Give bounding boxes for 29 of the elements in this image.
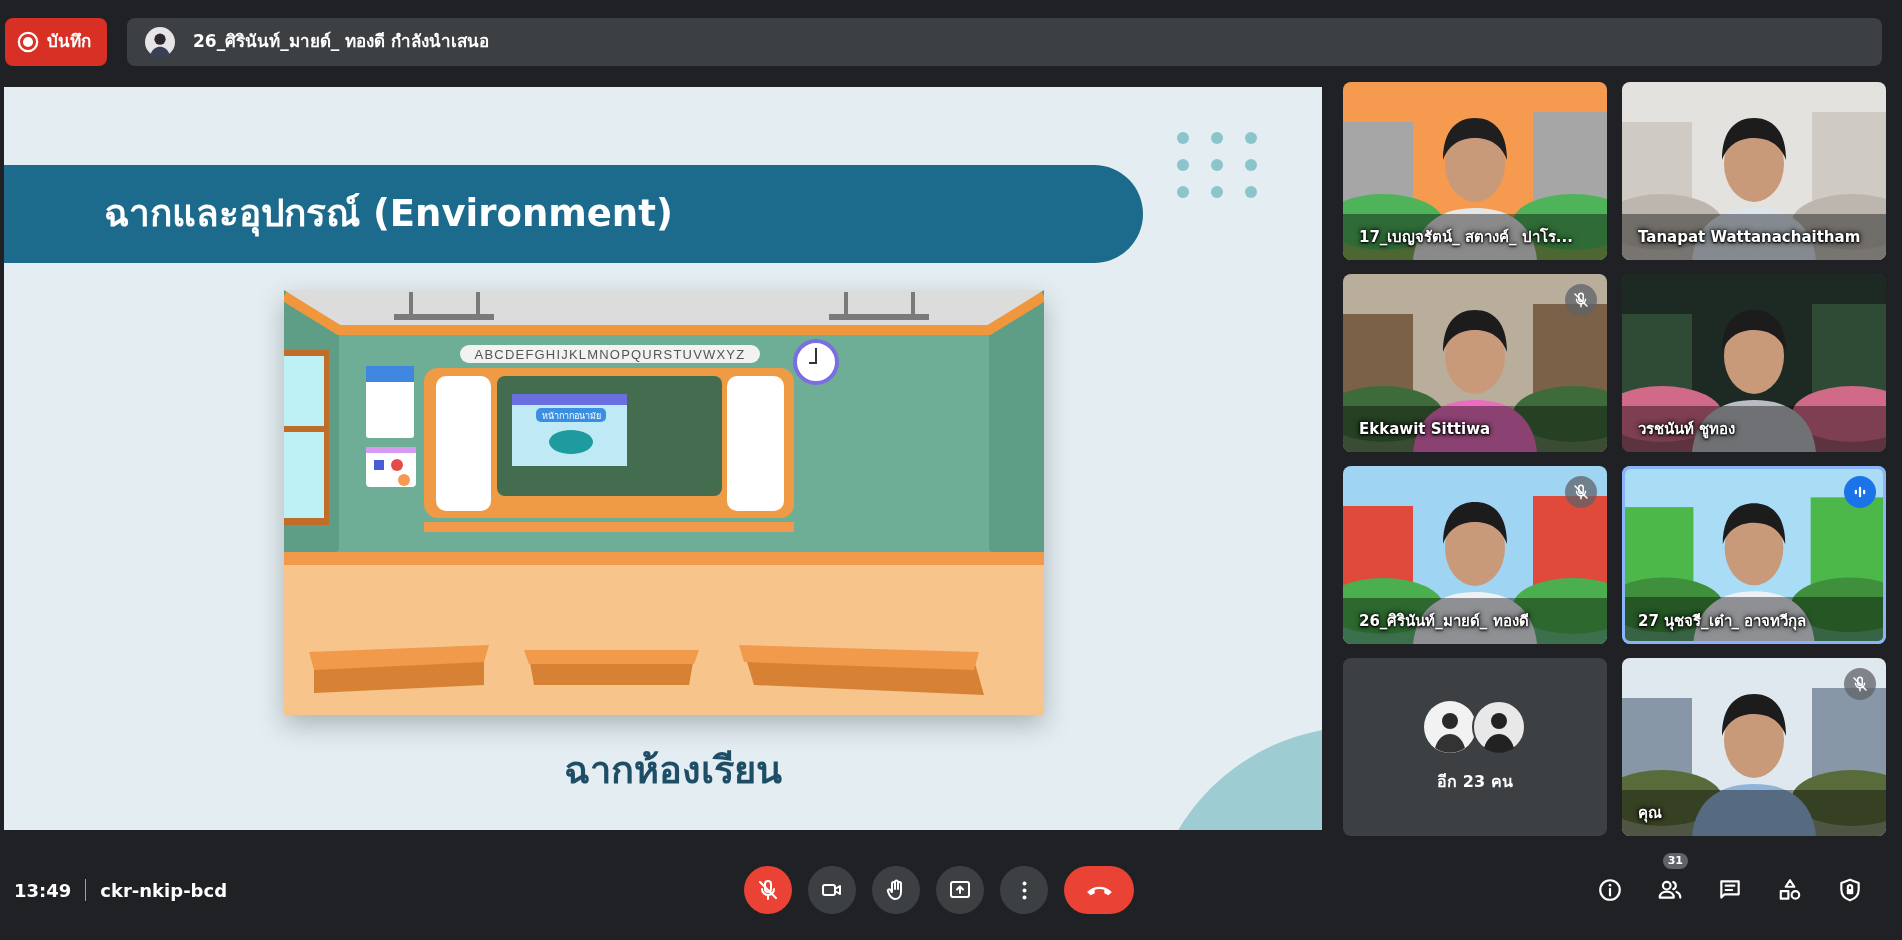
presenting-text: 26_ศิรินันท์_มายด์_ ทองดี กำลังนำเสนอ — [193, 30, 489, 54]
slide-caption: ฉากห้องเรียน — [564, 747, 782, 794]
shield-lock-icon — [1837, 877, 1863, 903]
participant-name: Ekkawit Sittiwa — [1359, 418, 1491, 440]
mic-off-icon — [756, 878, 780, 902]
record-icon — [17, 31, 39, 53]
raise-hand-button[interactable] — [872, 866, 920, 914]
meeting-code: ckr-nkip-bcd — [100, 878, 228, 903]
participant-name: คุณ — [1638, 802, 1662, 824]
participant-name: 17_เบญจรัตน์_ สตางค์_ ปาโร... — [1359, 226, 1573, 248]
info-icon — [1597, 877, 1623, 903]
record-button[interactable]: บันทึก — [5, 18, 107, 66]
mic-button[interactable] — [744, 866, 792, 914]
more-icon — [1021, 880, 1027, 900]
slide-title: ฉากและอุปกรณ์ (Environment) — [104, 191, 673, 239]
participant-name: Tanapat Wattanachaitham — [1638, 226, 1861, 248]
more-participants-label: อีก 23 คน — [1437, 771, 1513, 793]
more-options-button[interactable] — [1000, 866, 1048, 914]
participant-count: 31 — [1662, 853, 1688, 869]
alphabet-text: ABCDEFGHIJKLMNOPQURSTUVWXYZ — [474, 347, 746, 362]
meeting-time: 13:49 — [14, 878, 72, 903]
avatar — [145, 27, 175, 57]
end-call-button[interactable] — [1064, 866, 1134, 914]
poster-label: หน้ากากอนามัย — [541, 411, 601, 421]
shapes-icon — [1777, 877, 1803, 903]
hang-up-icon — [1085, 884, 1113, 896]
present-button[interactable] — [936, 866, 984, 914]
participant-name: วรชนันท์ ชูทอง — [1638, 418, 1736, 440]
camera-button[interactable] — [808, 866, 856, 914]
